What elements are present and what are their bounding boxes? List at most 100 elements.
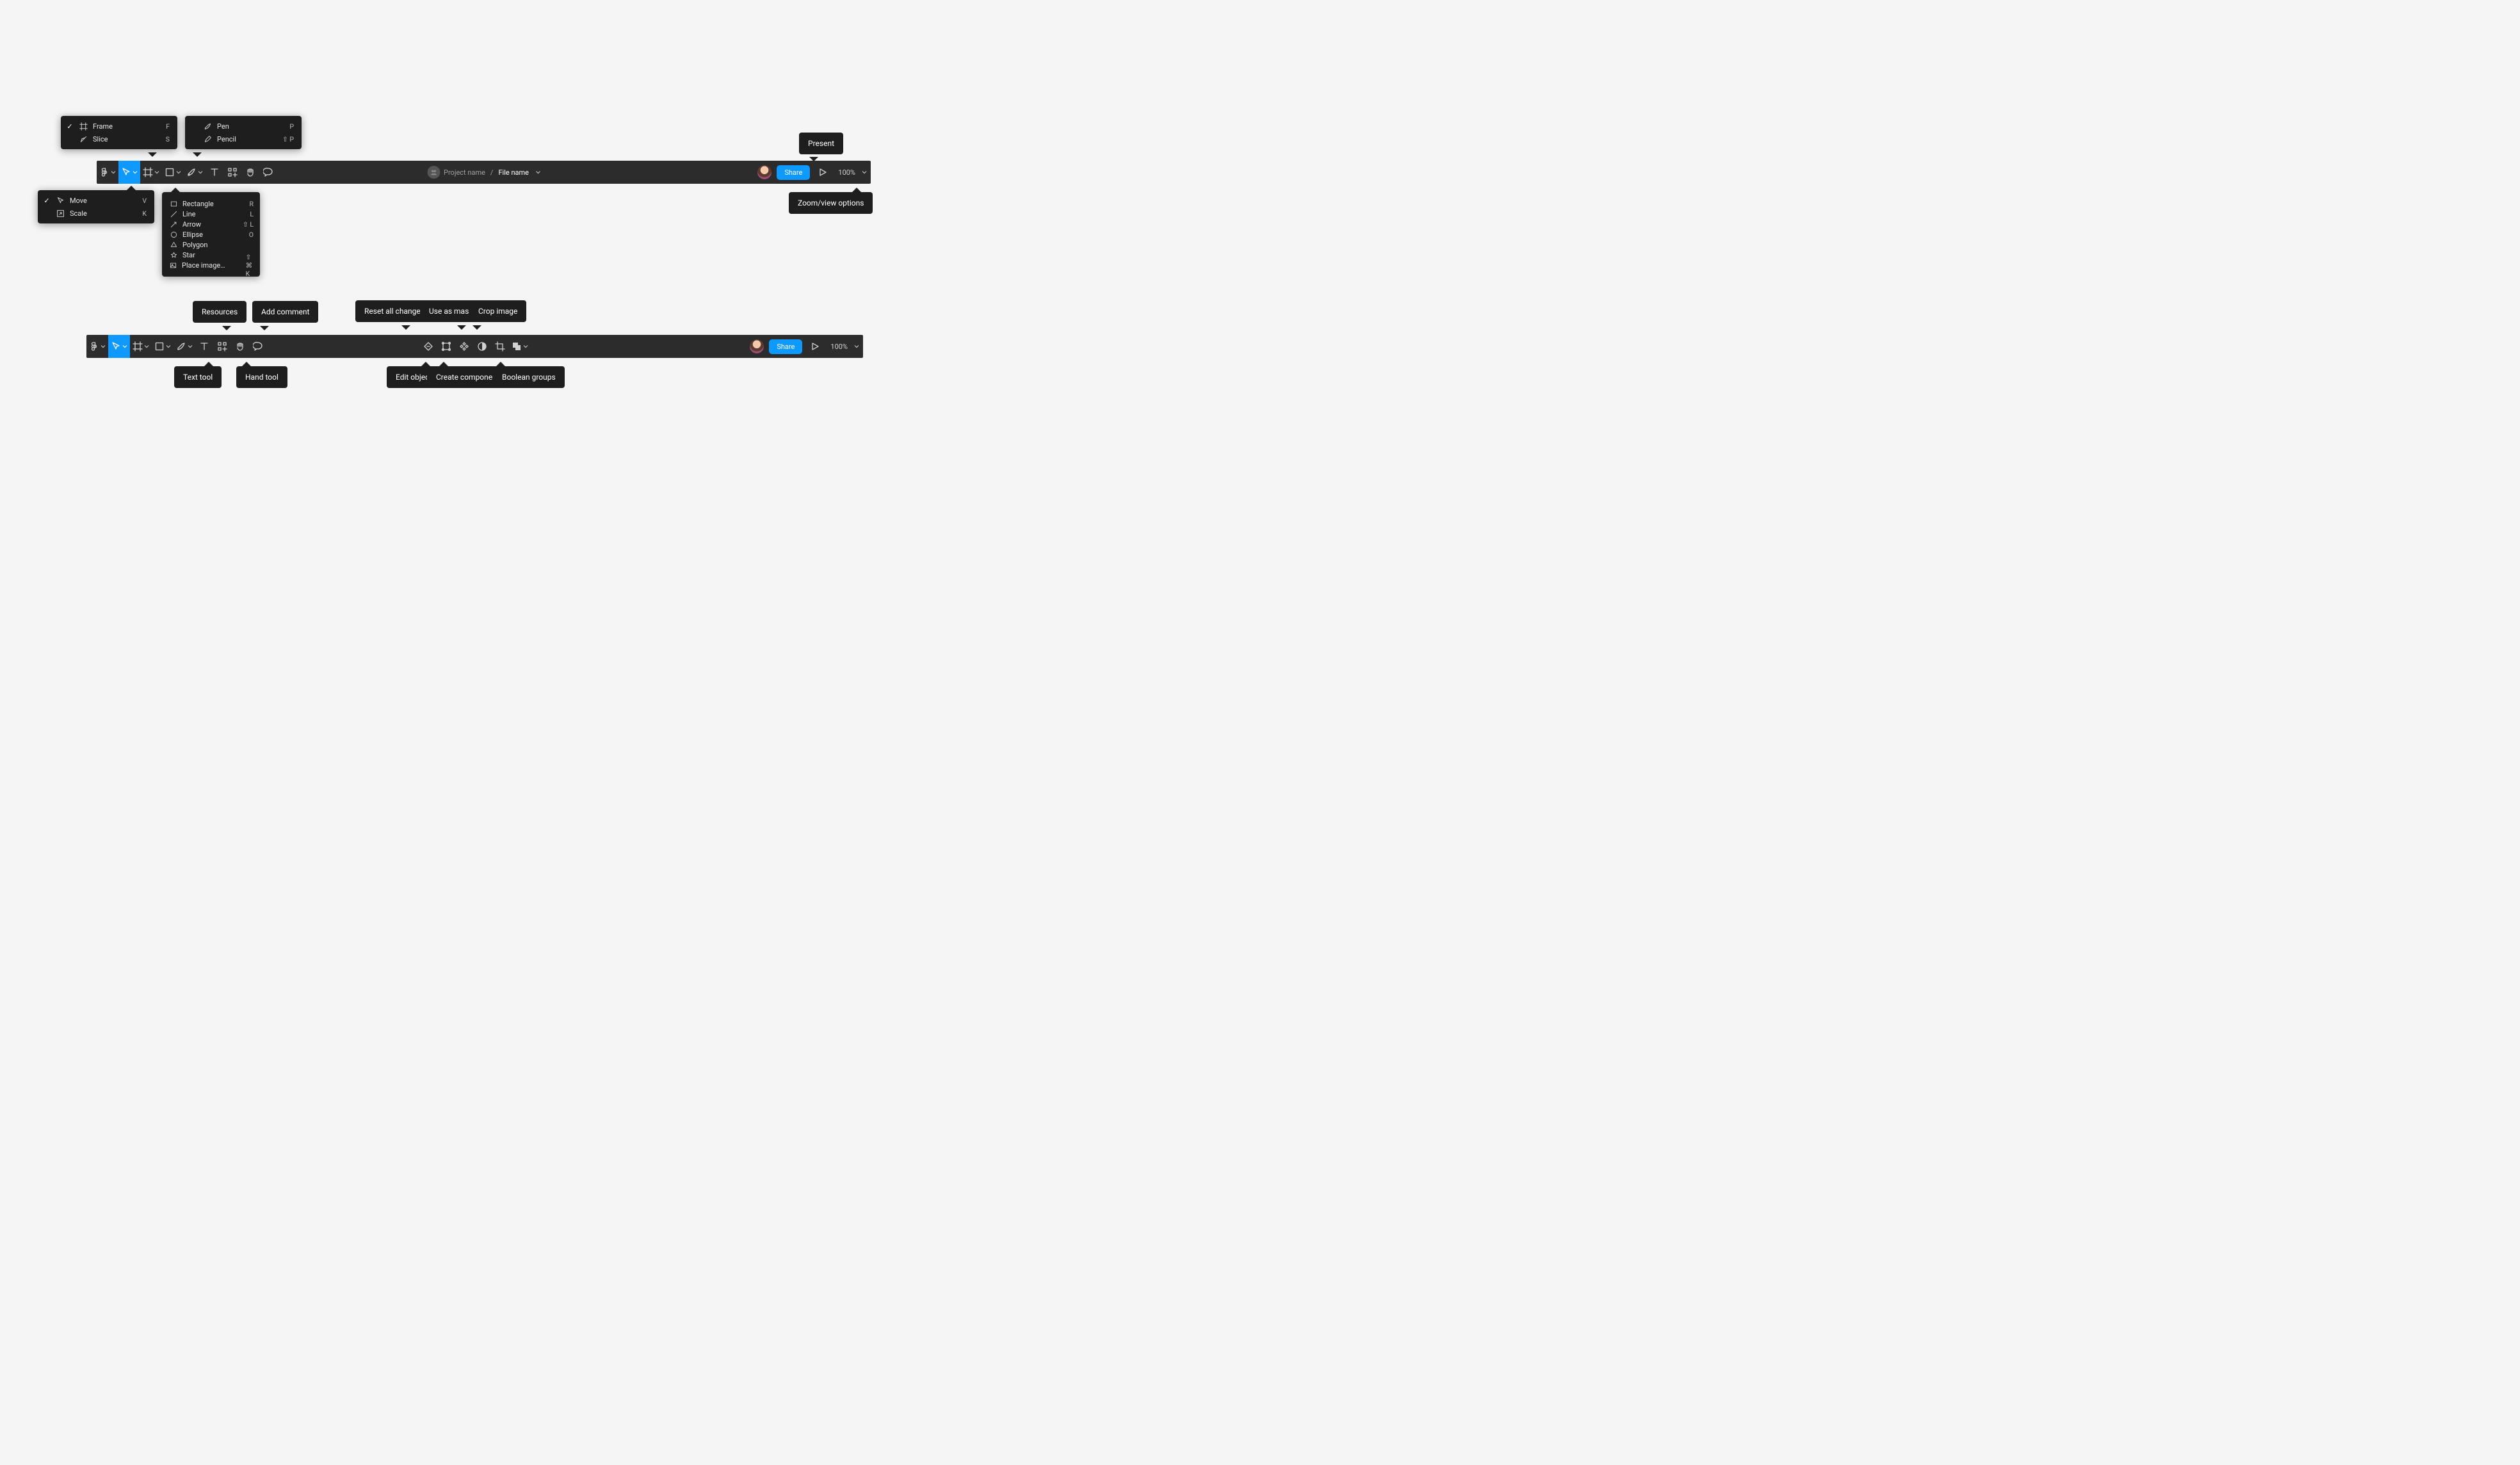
menu-item-arrow[interactable]: Arrow ⇧ L <box>162 219 260 229</box>
reset-icon <box>423 341 433 352</box>
comment-tool-button[interactable] <box>249 335 267 358</box>
tooltip-label: Resources <box>202 307 238 316</box>
menu-item-shortcut: F <box>166 122 170 131</box>
menu-item-place-image[interactable]: Place image… ⇧ ⌘ K <box>162 260 260 270</box>
menu-item-polygon[interactable]: Polygon <box>162 239 260 250</box>
menu-item-frame[interactable]: ✓ Frame F <box>61 120 177 133</box>
hand-tool-button[interactable] <box>231 335 249 358</box>
chevron-down-icon <box>144 344 149 349</box>
avatar[interactable] <box>750 339 764 353</box>
play-icon <box>818 167 828 177</box>
menu-item-rectangle[interactable]: Rectangle R <box>162 198 260 209</box>
menu-item-shortcut: ⇧ L <box>243 220 254 229</box>
present-button[interactable] <box>815 161 830 184</box>
toolbar-default: Project name / File name Share 100% <box>97 161 871 184</box>
figma-menu-button[interactable] <box>86 335 108 358</box>
team-badge-icon <box>427 166 440 179</box>
menu-item-ellipse[interactable]: Ellipse O <box>162 229 260 239</box>
resources-icon <box>217 341 227 352</box>
chevron-down-icon <box>111 170 116 175</box>
crop-image-button[interactable] <box>491 335 509 358</box>
menu-item-pencil[interactable]: Pencil ⇧ P <box>185 133 302 145</box>
menu-item-shortcut: ⇧ ⌘ K <box>246 253 254 278</box>
share-button[interactable]: Share <box>777 165 810 180</box>
project-name-label: Project name <box>444 168 485 177</box>
text-tool-button[interactable] <box>206 161 223 184</box>
create-component-button[interactable] <box>455 335 473 358</box>
edit-object-button[interactable] <box>437 335 455 358</box>
share-button[interactable]: Share <box>769 339 802 354</box>
toolbar-edit-mode: Share 100% <box>86 335 863 358</box>
menu-item-shortcut: K <box>142 209 147 218</box>
shape-tool-button[interactable] <box>162 161 184 184</box>
chevron-down-icon[interactable] <box>854 343 859 351</box>
menu-item-label: Line <box>182 210 245 218</box>
zoom-value[interactable]: 100% <box>830 343 848 351</box>
tooltip-pointer <box>809 157 818 161</box>
menu-item-scale[interactable]: Scale K <box>38 207 154 220</box>
menu-item-shortcut: R <box>250 200 254 208</box>
pen-tool-button[interactable] <box>174 335 195 358</box>
menu-item-shortcut: L <box>250 210 254 218</box>
frame-icon <box>79 122 88 131</box>
tooltip-pointer <box>222 326 231 330</box>
dropdown-pointer <box>171 188 180 192</box>
resources-button[interactable] <box>223 161 241 184</box>
tooltip-label: Create component <box>436 373 499 382</box>
figma-menu-button[interactable] <box>97 161 118 184</box>
polygon-icon <box>170 241 177 248</box>
tooltip-pointer <box>457 325 466 330</box>
tooltip-label: Zoom/view options <box>798 198 864 207</box>
move-tool-button[interactable] <box>108 335 130 358</box>
boolean-icon <box>512 341 522 352</box>
menu-item-label: Scale <box>70 209 137 218</box>
menu-item-line[interactable]: Line L <box>162 209 260 219</box>
play-icon <box>810 341 820 352</box>
move-tool-button[interactable] <box>118 161 140 184</box>
scale-icon <box>56 209 65 218</box>
menu-item-move[interactable]: ✓ Move V <box>38 194 154 207</box>
text-tool-button[interactable] <box>195 335 213 358</box>
shape-tool-button[interactable] <box>152 335 174 358</box>
dropdown-pointer <box>127 186 136 190</box>
menu-item-pen[interactable]: Pen P <box>185 120 302 133</box>
present-button[interactable] <box>807 335 823 358</box>
chevron-down-icon[interactable] <box>862 168 867 177</box>
menu-item-slice[interactable]: Slice S <box>61 133 177 145</box>
check-icon: ✓ <box>43 197 51 205</box>
move-tool-dropdown: ✓ Move V Scale K <box>38 190 154 223</box>
hand-icon <box>235 341 245 352</box>
use-as-mask-button[interactable] <box>473 335 491 358</box>
frame-tool-button[interactable] <box>130 335 152 358</box>
avatar[interactable] <box>757 165 771 179</box>
tooltip-pointer <box>421 362 430 366</box>
hand-icon <box>245 167 255 177</box>
comment-tool-button[interactable] <box>259 161 277 184</box>
chevron-down-icon <box>188 344 193 349</box>
line-icon <box>170 211 177 218</box>
tooltip-label: Present <box>808 139 834 148</box>
figma-logo-icon <box>99 167 109 177</box>
frame-tool-button[interactable] <box>140 161 162 184</box>
chevron-down-icon <box>101 344 106 349</box>
hand-tool-button[interactable] <box>241 161 259 184</box>
frame-icon <box>133 341 143 352</box>
figma-logo-icon <box>89 341 99 352</box>
pen-tool-button[interactable] <box>184 161 206 184</box>
boolean-groups-button[interactable] <box>509 335 531 358</box>
menu-item-label: Pen <box>217 122 284 131</box>
rectangle-icon <box>154 341 165 352</box>
zoom-value[interactable]: 100% <box>838 168 855 177</box>
resources-button[interactable] <box>213 335 231 358</box>
tooltip-label: Text tool <box>183 373 213 382</box>
tooltip-pointer <box>401 325 410 330</box>
comment-icon <box>253 341 263 352</box>
file-title-group[interactable]: Project name / File name <box>427 161 540 184</box>
tooltip-label: Crop image <box>478 307 517 316</box>
edit-mode-tools-group <box>419 335 531 358</box>
tooltip-label: Use as mask <box>429 307 472 316</box>
tooltip-text-tool: Text tool <box>174 366 222 388</box>
reset-changes-button[interactable] <box>419 335 437 358</box>
chevron-down-icon <box>198 170 203 175</box>
tooltip-pointer <box>472 325 481 330</box>
